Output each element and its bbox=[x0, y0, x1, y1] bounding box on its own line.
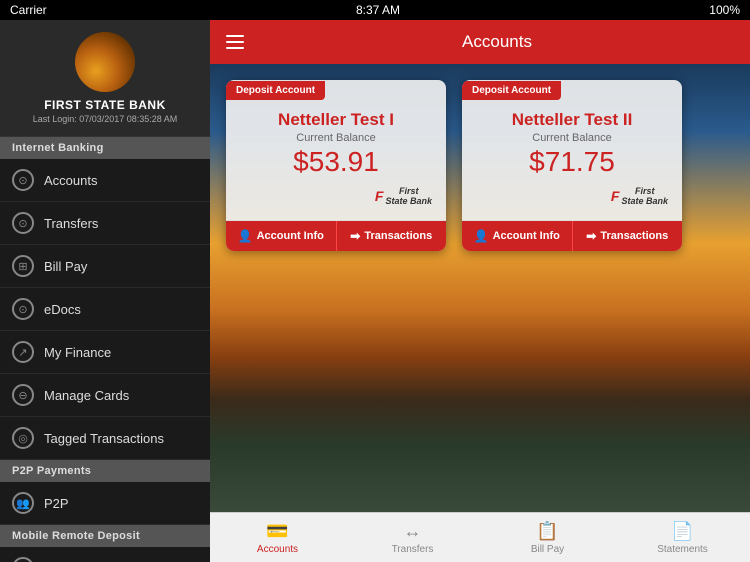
sidebar-item-icon: ↗ bbox=[12, 341, 34, 363]
transactions-button[interactable]: ➡ Transactions bbox=[573, 221, 683, 251]
transactions-label: Transactions bbox=[364, 230, 432, 242]
account-info-button[interactable]: 👤 Account Info bbox=[462, 221, 573, 251]
sidebar-item-manage-cards[interactable]: ⊖ Manage Cards bbox=[0, 374, 210, 417]
hamburger-line-3 bbox=[226, 47, 244, 49]
header-title: Accounts bbox=[260, 32, 734, 52]
accounts-area: Deposit Account Netteller Test I Current… bbox=[210, 64, 750, 512]
sidebar-sections: Internet Banking ⊙ Accounts ⊙ Transfers ⊞ Bill… bbox=[0, 137, 210, 562]
deposit-badge-label: Deposit Account bbox=[462, 81, 561, 100]
sidebar-item-icon: ⊞ bbox=[12, 255, 34, 277]
sidebar-item-icon: 👥 bbox=[12, 492, 34, 514]
sidebar-item-icon: ⊙ bbox=[12, 298, 34, 320]
status-bar: Carrier 8:37 AM 100% bbox=[0, 0, 750, 20]
tab-icon-2: 📋 bbox=[536, 521, 558, 542]
logo-f-letter: F bbox=[375, 188, 384, 204]
logo-f-letter: F bbox=[611, 188, 620, 204]
app-container: FIRST STATE BANK Last Login: 07/03/2017 … bbox=[0, 20, 750, 562]
sidebar-item-label: My Finance bbox=[44, 345, 111, 360]
account-info-icon: 👤 bbox=[474, 229, 489, 243]
sidebar-section-header: Mobile Remote Deposit bbox=[0, 525, 210, 547]
sidebar-item-accounts[interactable]: ⊙ Accounts bbox=[0, 159, 210, 202]
battery-label: 100% bbox=[709, 3, 740, 17]
account-info-label: Account Info bbox=[257, 230, 324, 242]
bank-logo-inner bbox=[75, 32, 135, 92]
balance-amount: $71.75 bbox=[476, 146, 668, 178]
tab-bar: 💳 Accounts ↔ Transfers 📋 Bill Pay 📄 Stat… bbox=[210, 512, 750, 562]
deposit-badge: Deposit Account bbox=[226, 80, 446, 100]
sidebar-item-edocs[interactable]: ⊙ eDocs bbox=[0, 288, 210, 331]
account-info-button[interactable]: 👤 Account Info bbox=[226, 221, 337, 251]
hamburger-button[interactable] bbox=[226, 35, 244, 49]
deposit-badge: Deposit Account bbox=[462, 80, 682, 100]
deposit-badge-label: Deposit Account bbox=[226, 81, 325, 100]
account-name: Netteller Test I bbox=[240, 110, 432, 130]
sidebar-item-label: Bill Pay bbox=[44, 259, 87, 274]
tab-icon-3: 📄 bbox=[671, 521, 693, 542]
sidebar-item-label: P2P bbox=[44, 496, 69, 511]
sidebar-item-icon: ⊖ bbox=[12, 384, 34, 406]
sidebar-item-tagged-transactions[interactable]: ◎ Tagged Transactions bbox=[0, 417, 210, 460]
bank-name: FIRST STATE BANK bbox=[44, 98, 166, 112]
sidebar-item-transfers[interactable]: ⊙ Transfers bbox=[0, 202, 210, 245]
bank-last-login: Last Login: 07/03/2017 08:35:28 AM bbox=[33, 114, 178, 124]
transactions-button[interactable]: ➡ Transactions bbox=[337, 221, 447, 251]
logo-bank-name: FirstState Bank bbox=[385, 186, 432, 206]
sidebar-section-header: P2P Payments bbox=[0, 460, 210, 482]
sidebar-item-mobile-deposit[interactable]: 📷Mobile Deposit bbox=[0, 547, 210, 562]
hamburger-line-1 bbox=[226, 35, 244, 37]
tab-label-0: Accounts bbox=[257, 544, 298, 555]
sidebar-item-p2p[interactable]: 👥 P2P bbox=[0, 482, 210, 525]
bank-logo-text: F FirstState Bank bbox=[375, 186, 432, 206]
sidebar-item-label: Accounts bbox=[44, 173, 97, 188]
carrier-label: Carrier bbox=[10, 3, 47, 17]
card-logo: F FirstState Bank bbox=[476, 186, 668, 212]
balance-label: Current Balance bbox=[476, 132, 668, 144]
main-content: Accounts Deposit Account Netteller Test … bbox=[210, 20, 750, 562]
balance-label: Current Balance bbox=[240, 132, 432, 144]
tab-icon-1: ↔ bbox=[404, 521, 422, 542]
card-body: Netteller Test I Current Balance $53.91 … bbox=[226, 100, 446, 220]
tab-statements[interactable]: 📄 Statements bbox=[615, 513, 750, 562]
sidebar-item-icon: 📷 bbox=[12, 557, 34, 562]
cards-row: Deposit Account Netteller Test I Current… bbox=[210, 64, 750, 267]
time-label: 8:37 AM bbox=[356, 3, 400, 17]
logo-bank-name: FirstState Bank bbox=[621, 186, 668, 206]
card-actions: 👤 Account Info ➡ Transactions bbox=[462, 220, 682, 251]
tab-label-2: Bill Pay bbox=[531, 544, 564, 555]
sidebar-item-label: eDocs bbox=[44, 302, 81, 317]
tab-bill-pay[interactable]: 📋 Bill Pay bbox=[480, 513, 615, 562]
sidebar-item-my-finance[interactable]: ↗ My Finance bbox=[0, 331, 210, 374]
bank-logo bbox=[75, 32, 135, 92]
sidebar-item-icon: ◎ bbox=[12, 427, 34, 449]
tab-transfers[interactable]: ↔ Transfers bbox=[345, 513, 480, 562]
transactions-icon: ➡ bbox=[350, 229, 360, 243]
sidebar-item-label: Tagged Transactions bbox=[44, 431, 164, 446]
tab-accounts[interactable]: 💳 Accounts bbox=[210, 513, 345, 562]
bank-logo-text: F FirstState Bank bbox=[611, 186, 668, 206]
card-body: Netteller Test II Current Balance $71.75… bbox=[462, 100, 682, 220]
sidebar-section-header: Internet Banking bbox=[0, 137, 210, 159]
sidebar-item-label: Manage Cards bbox=[44, 388, 129, 403]
card-actions: 👤 Account Info ➡ Transactions bbox=[226, 220, 446, 251]
tab-label-3: Statements bbox=[657, 544, 708, 555]
sidebar: FIRST STATE BANK Last Login: 07/03/2017 … bbox=[0, 20, 210, 562]
sidebar-item-icon: ⊙ bbox=[12, 169, 34, 191]
balance-amount: $53.91 bbox=[240, 146, 432, 178]
hamburger-line-2 bbox=[226, 41, 244, 43]
sidebar-item-label: Transfers bbox=[44, 216, 98, 231]
main-header: Accounts bbox=[210, 20, 750, 64]
sidebar-item-bill-pay[interactable]: ⊞ Bill Pay bbox=[0, 245, 210, 288]
sidebar-item-icon: ⊙ bbox=[12, 212, 34, 234]
sidebar-header: FIRST STATE BANK Last Login: 07/03/2017 … bbox=[0, 20, 210, 137]
account-info-icon: 👤 bbox=[238, 229, 253, 243]
account-card-0: Deposit Account Netteller Test I Current… bbox=[226, 80, 446, 251]
account-name: Netteller Test II bbox=[476, 110, 668, 130]
transactions-icon: ➡ bbox=[586, 229, 596, 243]
transactions-label: Transactions bbox=[600, 230, 668, 242]
tab-icon-0: 💳 bbox=[266, 521, 288, 542]
account-info-label: Account Info bbox=[493, 230, 560, 242]
account-card-1: Deposit Account Netteller Test II Curren… bbox=[462, 80, 682, 251]
card-logo: F FirstState Bank bbox=[240, 186, 432, 212]
tab-label-1: Transfers bbox=[392, 544, 434, 555]
